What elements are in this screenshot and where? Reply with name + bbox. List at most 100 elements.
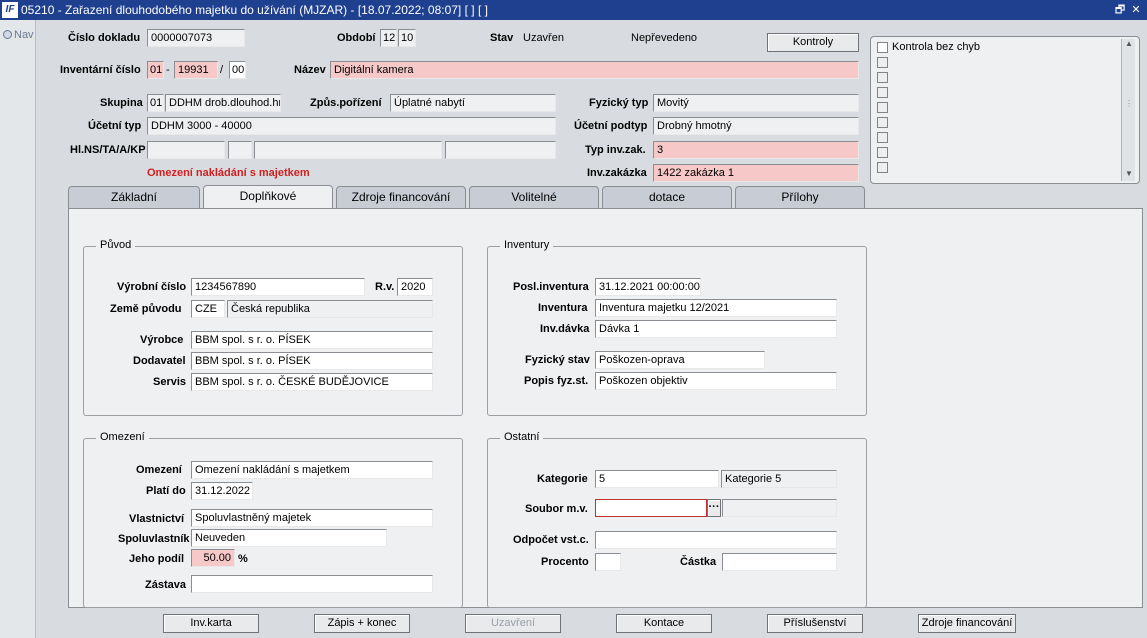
scroll-down-icon[interactable]: ▼ (1122, 169, 1136, 181)
zeme-name-field[interactable]: Česká republika (227, 300, 433, 318)
group-ostatni-title: Ostatní (500, 431, 544, 443)
hlns-field-3[interactable] (254, 141, 442, 159)
jeho-podil-field[interactable]: 50.00 (191, 549, 235, 567)
inventura-field[interactable]: Inventura majetku 12/2021 (595, 299, 837, 317)
checklist-empty-row (877, 117, 888, 128)
uzavreni-button[interactable]: Uzavření (465, 614, 561, 633)
kategorie-field[interactable]: 5 (595, 470, 719, 488)
procento-field[interactable] (595, 553, 621, 571)
inv-dash: - (166, 64, 170, 76)
omezeni-warning-text: Omezení nakládání s majetkem (147, 167, 310, 179)
dodavatel-field[interactable]: BBM spol. s r. o. PÍSEK (191, 352, 433, 370)
restore-icon[interactable]: 🗗 (1113, 3, 1127, 17)
checklist-empty-row (877, 57, 888, 68)
inv-cislo-part1[interactable]: 01 (147, 61, 164, 79)
nav-toggle[interactable]: Nav (3, 29, 34, 41)
inv-cislo-label: Inventární číslo (60, 64, 141, 76)
checkbox-kontrola-bez-chyb[interactable] (877, 42, 888, 53)
soubor-mv-label: Soubor m.v. (525, 503, 588, 515)
castka-label: Částka (680, 556, 717, 568)
popis-fyz-st-field[interactable]: Poškozen objektiv (595, 372, 837, 390)
close-icon[interactable]: ✕ (1129, 3, 1143, 17)
cislo-dokladu-field[interactable]: 0000007073 (147, 29, 245, 47)
window-title: 05210 - Zařazení dlouhodobého majetku do… (21, 3, 488, 17)
nav-radio-icon (3, 30, 12, 39)
kontace-button[interactable]: Kontace (616, 614, 712, 633)
inv-cislo-part2[interactable]: 19931 (174, 61, 218, 79)
tab-dotace[interactable]: dotace (602, 186, 732, 208)
inv-cislo-part3[interactable]: 00 (229, 61, 246, 79)
odpocet-field[interactable] (595, 531, 837, 549)
soubor-mv-field[interactable] (595, 499, 707, 517)
vyrobni-cislo-field[interactable]: 1234567890 (191, 278, 365, 296)
ucetni-podtyp-label: Účetní podtyp (574, 120, 648, 132)
scroll-up-icon[interactable]: ▲ (1122, 39, 1136, 51)
stav-label: Stav (490, 32, 514, 44)
kategorie-name-field[interactable]: Kategorie 5 (721, 470, 837, 488)
inv-davka-field[interactable]: Dávka 1 (595, 320, 837, 338)
zeme-puvodu-label: Země původu (110, 303, 182, 315)
hlns-field-1[interactable] (147, 141, 225, 159)
hlns-field-4[interactable] (445, 141, 556, 159)
zapis-konec-button[interactable]: Zápis + konec (314, 614, 410, 633)
nazev-field[interactable]: Digitální kamera (330, 61, 859, 79)
posl-inventura-field[interactable]: 31.12.2021 00:00:00 (595, 278, 701, 296)
checklist-item-label: Kontrola bez chyb (892, 41, 981, 53)
soubor-lov-button[interactable]: ··· (707, 499, 721, 517)
checklist-empty-row (877, 87, 888, 98)
ucetni-typ-field[interactable]: DDHM 3000 - 40000 (147, 117, 556, 135)
odpocet-label: Odpočet vst.c. (513, 534, 589, 546)
tab-doplnkove[interactable]: Doplňkové (203, 185, 333, 209)
fyzicky-stav-label: Fyzický stav (525, 354, 590, 366)
vyrobce-field[interactable]: BBM spol. s r. o. PÍSEK (191, 331, 433, 349)
skupina-name-field[interactable]: DDHM drob.dlouhod.hm (165, 94, 281, 112)
spoluvlastnik-field[interactable]: Neuveden (191, 529, 387, 547)
inv-slash: / (220, 64, 224, 76)
kontroly-button[interactable]: Kontroly (767, 33, 859, 52)
rv-field[interactable]: 2020 (397, 278, 433, 296)
group-inventury-title: Inventury (500, 239, 554, 251)
inventura-label: Inventura (538, 302, 588, 314)
omezeni-field[interactable]: Omezení nakládání s majetkem (191, 461, 433, 479)
checklist-scrollbar[interactable]: ▲ ⋮ ▼ (1121, 39, 1135, 181)
vlastnictvi-field[interactable]: Spoluvlastněný majetek (191, 509, 433, 527)
typ-inv-zak-field[interactable]: 3 (653, 141, 859, 159)
vyrobce-label: Výrobce (140, 334, 184, 346)
hlns-label: Hl.NS/TA/A/KP (70, 144, 146, 156)
tab-prilohy[interactable]: Přílohy (735, 186, 865, 208)
tab-zdroje-financovani[interactable]: Zdroje financování (336, 186, 466, 208)
typ-inv-zak-label: Typ inv.zak. (585, 144, 646, 156)
obdobi-field-2[interactable]: 10 (398, 29, 416, 47)
fyzicky-typ-label: Fyzický typ (589, 97, 649, 109)
scroll-grip-icon[interactable]: ⋮ (1122, 99, 1136, 111)
plati-do-field[interactable]: 31.12.2022 (191, 482, 253, 500)
zpusob-porizeni-field[interactable]: Úplatné nabytí (390, 94, 556, 112)
tab-volitelne[interactable]: Volitelné (469, 186, 599, 208)
app-logo-icon: IF (2, 2, 18, 18)
soubor-name-field[interactable] (722, 499, 837, 517)
vyrobni-cislo-label: Výrobní číslo (117, 281, 187, 293)
tab-panel-doplnkove: Původ Inventury Omezení Ostatní Výrobní … (68, 208, 1143, 608)
tab-zakladni[interactable]: Základní (68, 186, 200, 208)
fyzicky-stav-field[interactable]: Poškozen-oprava (595, 351, 765, 369)
neprevedeno-status: Nepřevedeno (631, 32, 698, 44)
posl-inventura-label: Posl.inventura (513, 281, 589, 293)
hlns-field-2[interactable] (228, 141, 252, 159)
inv-karta-button[interactable]: Inv.karta (163, 614, 259, 633)
skupina-code-field[interactable]: 01 (147, 94, 164, 112)
zdroje-financovani-button[interactable]: Zdroje financování (918, 614, 1016, 633)
kategorie-label: Kategorie (537, 473, 588, 485)
servis-field[interactable]: BBM spol. s r. o. ČESKÉ BUDĚJOVICE (191, 373, 433, 391)
obdobi-field-1[interactable]: 12 (380, 29, 397, 47)
inv-zakazka-field[interactable]: 1422 zakázka 1 (653, 164, 859, 182)
castka-field[interactable] (722, 553, 837, 571)
kontroly-checklist: Kontrola bez chyb ▲ ⋮ ▼ (870, 36, 1140, 184)
zpusob-porizeni-label: Způs.pořízení (310, 97, 382, 109)
zastava-label: Zástava (145, 579, 186, 591)
ucetni-podtyp-field[interactable]: Drobný hmotný (653, 117, 859, 135)
zeme-code-field[interactable]: CZE (191, 300, 225, 318)
checklist-empty-row (877, 102, 888, 113)
prislusenstvi-button[interactable]: Příslušenství (767, 614, 863, 633)
zastava-field[interactable] (191, 575, 433, 593)
fyzicky-typ-field[interactable]: Movitý (653, 94, 859, 112)
